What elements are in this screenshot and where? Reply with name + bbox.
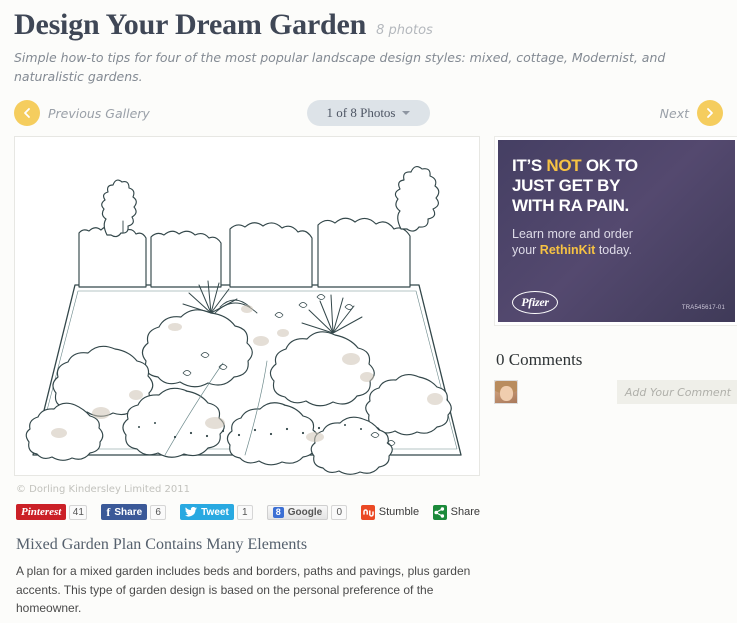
ad-headline-line3: WITH RA PAIN. (512, 195, 629, 215)
caption-title: Mixed Garden Plan Contains Many Elements (16, 536, 308, 554)
google-plus-button[interactable]: 8 Google (266, 504, 329, 520)
ad-headline: IT’S NOT OK TO JUST GET BY WITH RA PAIN. (512, 156, 721, 215)
ad-tracking-code: TRA545617-01 (681, 305, 725, 312)
sidebar-column: IT’S NOT OK TO JUST GET BY WITH RA PAIN.… (494, 136, 737, 623)
ad-subtext-line1: Learn more and order (512, 227, 633, 242)
twitter-bird-icon (185, 507, 198, 517)
ad-subtext: Learn more and order your RethinKit toda… (512, 227, 721, 258)
pinterest-button[interactable]: Pinterest (16, 504, 67, 521)
comment-composer: Add Your Comment (494, 380, 737, 405)
stumbleupon-icon[interactable] (361, 504, 375, 520)
gallery-nav: Previous Gallery 1 of 8 Photos Next (0, 98, 737, 128)
avatar-face (500, 386, 513, 402)
facebook-icon: f (106, 504, 111, 519)
content-area: © Dorling Kindersley Limited 2011 Pinter… (0, 128, 737, 623)
page-title: Design Your Dream Garden (14, 8, 367, 41)
photo-picker-label: 1 of 8 Photos (326, 105, 396, 121)
next-label[interactable]: Next (660, 106, 689, 121)
gallery-description: Simple how-to tips for four of the most … (14, 49, 666, 84)
avatar (494, 380, 518, 405)
tweet-label: Tweet (201, 506, 229, 518)
garden-plan-illustration (15, 137, 479, 476)
pinterest-count: 41 (69, 504, 88, 520)
google-label: Google (287, 506, 323, 518)
nav-next-group[interactable]: Next (660, 100, 723, 127)
ad-subtext-line2-pre: your (512, 243, 540, 258)
ad-headline-highlight: NOT (546, 156, 582, 176)
comment-input-wrapper: Add Your Comment (518, 380, 737, 405)
next-arrow-icon[interactable] (697, 100, 723, 127)
pfizer-logo: Pfizer (512, 291, 558, 315)
twitter-tweet-button[interactable]: Tweet (180, 504, 234, 521)
comment-input[interactable]: Add Your Comment (616, 380, 737, 405)
nav-previous-group[interactable]: Previous Gallery (14, 100, 150, 127)
photo-count-label: 8 photos (376, 23, 433, 38)
ad-subtext-line2-post: today. (595, 243, 632, 258)
share-label[interactable]: Share (451, 506, 480, 518)
advertisement[interactable]: IT’S NOT OK TO JUST GET BY WITH RA PAIN.… (494, 136, 737, 327)
google-count: 0 (331, 504, 348, 520)
main-column: © Dorling Kindersley Limited 2011 Pinter… (14, 136, 480, 623)
ad-headline-line2: JUST GET BY (512, 175, 621, 195)
ad-headline-line1-part2: OK TO (581, 156, 638, 176)
caption-body: A plan for a mixed garden includes beds … (16, 564, 471, 616)
ad-creative[interactable]: IT’S NOT OK TO JUST GET BY WITH RA PAIN.… (498, 140, 735, 323)
ad-brand-name: RethinKit (539, 243, 596, 258)
stumble-label[interactable]: Stumble (379, 506, 419, 518)
chevron-down-icon (402, 111, 411, 116)
previous-gallery-label[interactable]: Previous Gallery (48, 106, 150, 121)
facebook-count: 6 (150, 504, 167, 520)
social-share-row: Pinterest 41 f Share 6 Tweet 1 8 Google … (16, 504, 480, 521)
previous-arrow-icon[interactable] (14, 100, 40, 127)
comments-heading: 0 Comments (496, 350, 583, 370)
facebook-share-label: Share (114, 506, 143, 518)
gallery-photo[interactable] (14, 136, 480, 477)
google-icon: 8 (272, 506, 284, 518)
page-header: Design Your Dream Garden 8 photos Simple… (0, 0, 737, 86)
title-row: Design Your Dream Garden 8 photos (14, 8, 723, 43)
share-icon[interactable] (433, 504, 447, 520)
twitter-count: 1 (236, 504, 253, 520)
facebook-share-button[interactable]: f Share (101, 504, 148, 521)
photo-credit: © Dorling Kindersley Limited 2011 (16, 484, 190, 496)
gallery-page: Design Your Dream Garden 8 photos Simple… (0, 0, 737, 623)
photo-picker-dropdown[interactable]: 1 of 8 Photos (306, 100, 431, 127)
ad-headline-line1-part1: IT’S (512, 156, 547, 176)
